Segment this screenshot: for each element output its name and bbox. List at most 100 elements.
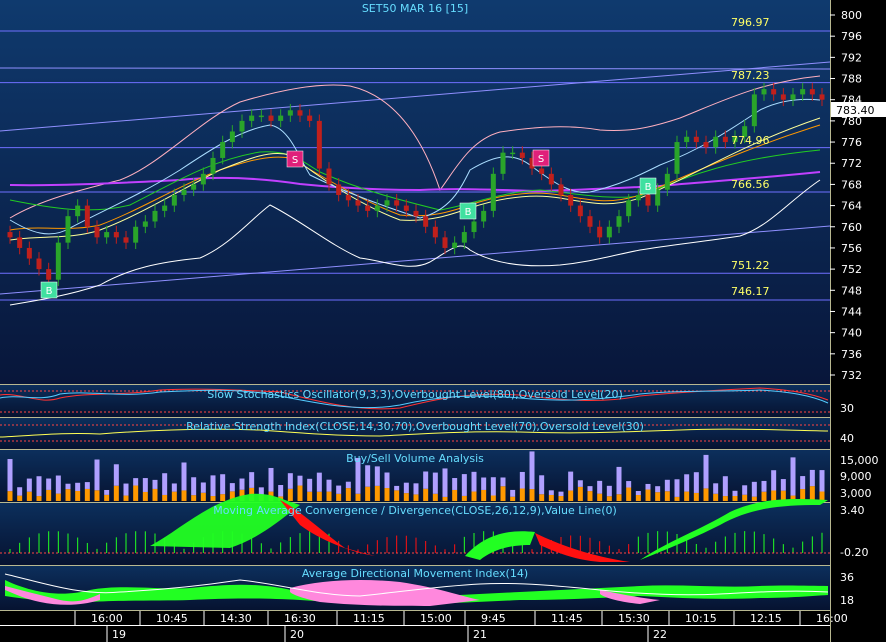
candle-body — [355, 200, 361, 206]
sell-volume-bar — [94, 459, 100, 491]
sell-volume-bar — [529, 451, 535, 490]
sell-volume-bar — [577, 480, 583, 487]
candle-body — [220, 142, 226, 158]
candle-body — [819, 94, 825, 100]
sell-volume-bar — [645, 483, 651, 490]
buy-volume-bar — [548, 494, 554, 501]
sell-volume-bar — [133, 478, 139, 486]
sell-volume-bar — [616, 466, 622, 495]
price-tick-label: 776 — [841, 136, 862, 149]
sell-volume-bar — [519, 471, 525, 489]
buy-volume-bar — [510, 496, 516, 501]
sell-volume-bar — [819, 470, 825, 492]
price-tick-label: 736 — [841, 348, 862, 361]
candle-body — [374, 205, 380, 211]
macd-tick: 3.40 — [840, 504, 865, 517]
candle-body — [55, 242, 61, 280]
time-label: 10:45 — [156, 612, 188, 625]
day-label: 19 — [112, 628, 126, 641]
buy-volume-bar — [46, 489, 52, 501]
buy-volume-bar — [181, 490, 187, 501]
candle-body — [722, 136, 728, 143]
macd-title: Moving Average Convergence / Divergence(… — [213, 504, 617, 517]
sell-volume-bar — [326, 479, 332, 492]
buy-volume-bar — [191, 495, 197, 501]
candle-body — [75, 205, 81, 217]
buy-volume-bar — [819, 491, 825, 501]
sell-volume-bar — [191, 477, 197, 496]
buy-volume-bar — [568, 490, 574, 501]
candle-body — [336, 184, 342, 195]
sell-volume-bar — [568, 471, 574, 491]
buy-volume-bar — [423, 488, 429, 501]
level-label: 774.96 — [731, 134, 770, 147]
sell-volume-bar — [65, 483, 71, 490]
candle-body — [123, 237, 129, 243]
buy-volume-bar — [674, 496, 680, 501]
buy-signal-marker: B — [639, 177, 657, 195]
candle-body — [191, 184, 197, 190]
sell-volume-bar — [761, 480, 767, 492]
candle-body — [432, 226, 438, 238]
buy-signal-label: B — [46, 286, 53, 297]
buy-volume-bar — [17, 495, 23, 501]
buy-signal-label: B — [465, 207, 472, 218]
sell-volume-bar — [239, 478, 245, 490]
time-label: 16:30 — [284, 612, 316, 625]
buy-volume-bar — [664, 491, 670, 501]
sell-volume-bar — [123, 483, 129, 496]
price-tick-label: 732 — [841, 369, 862, 382]
sell-volume-bar — [278, 485, 284, 497]
candle-body — [664, 173, 670, 190]
sell-volume-bar — [162, 473, 168, 495]
sell-volume-bar — [558, 491, 564, 497]
sell-volume-bar — [297, 475, 303, 486]
candle-body — [510, 152, 516, 155]
sell-volume-bar — [742, 485, 748, 495]
buy-volume-bar — [452, 489, 458, 501]
buy-volume-bar — [384, 488, 390, 501]
sell-volume-bar — [684, 474, 690, 492]
candle-body — [258, 115, 264, 118]
sell-volume-bar — [452, 478, 458, 490]
candle-body — [519, 152, 525, 158]
level-label: 766.56 — [731, 178, 770, 191]
sell-signal-marker: S — [532, 149, 550, 167]
price-tick-label: 772 — [841, 157, 862, 170]
sell-volume-bar — [7, 459, 13, 492]
buy-volume-bar — [75, 491, 81, 501]
buy-volume-bar — [133, 485, 139, 501]
candle-body — [674, 142, 680, 174]
buy-volume-bar — [104, 494, 110, 501]
buy-volume-bar — [403, 493, 409, 501]
buy-volume-bar — [500, 486, 506, 501]
candle-body — [597, 226, 603, 238]
candle-body — [65, 216, 71, 243]
volume-tick: 15,000 — [840, 454, 879, 467]
candle-body — [84, 205, 90, 227]
candle-body — [278, 115, 284, 121]
buy-volume-bar — [394, 490, 400, 501]
price-tick-label: 740 — [841, 327, 862, 340]
sell-volume-bar — [316, 472, 322, 492]
time-label: 14:30 — [220, 612, 252, 625]
buy-volume-bar — [722, 496, 728, 501]
sell-volume-bar — [722, 476, 728, 497]
sell-volume-bar — [26, 478, 32, 492]
sell-volume-bar — [268, 467, 274, 492]
time-label: 11:15 — [353, 612, 385, 625]
buy-volume-bar — [606, 496, 612, 501]
buy-volume-bar — [374, 485, 380, 501]
time-label: 9:45 — [481, 612, 506, 625]
sell-volume-bar — [432, 472, 438, 494]
sell-volume-bar — [142, 478, 148, 492]
stoch-tick: 30 — [840, 402, 854, 415]
day-label: 20 — [290, 628, 304, 641]
buy-volume-bar — [519, 488, 525, 501]
buy-volume-bar — [655, 492, 661, 501]
price-tick-label: 764 — [841, 200, 862, 213]
sell-volume-bar — [732, 490, 738, 497]
buy-volume-bar — [55, 493, 61, 501]
candle-body — [365, 205, 371, 211]
candle-body — [26, 247, 32, 259]
